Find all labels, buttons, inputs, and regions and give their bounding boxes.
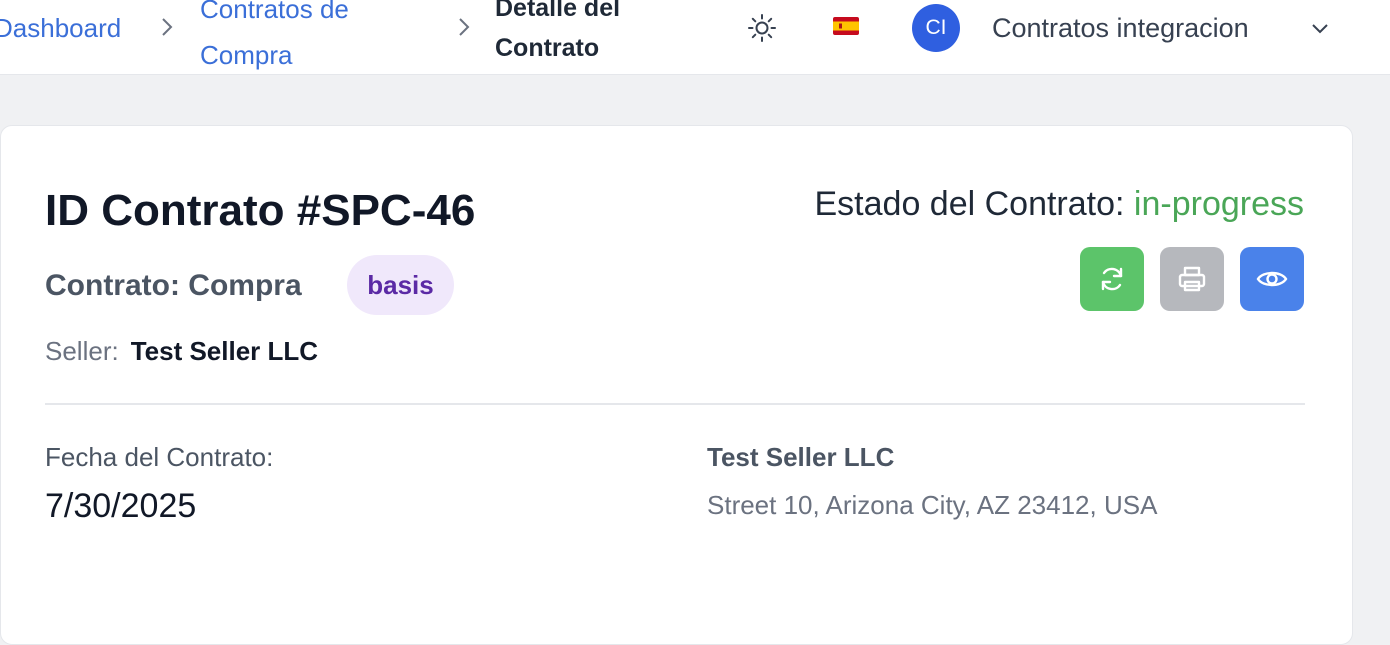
contract-card: ID Contrato #SPC-46 Estado del Contrato:… <box>0 125 1353 645</box>
status-value: in-progress <box>1133 185 1304 223</box>
spain-flag-icon[interactable] <box>832 16 860 36</box>
sun-icon[interactable] <box>746 12 778 44</box>
breadcrumb-current: Detalle del Contrato <box>495 0 620 68</box>
contract-title: ID Contrato #SPC-46 <box>45 186 476 235</box>
seller-label: Seller: <box>45 336 119 366</box>
printer-icon <box>1178 266 1206 292</box>
divider <box>45 403 1305 405</box>
contract-type: Contrato: Compra <box>45 269 302 302</box>
breadcrumb-current-line1: Detalle del <box>495 0 621 22</box>
view-button[interactable] <box>1240 247 1304 311</box>
top-bar: Dashboard Contratos de Compra Detalle de… <box>0 0 1390 75</box>
breadcrumb-contratos-line1: Contratos de <box>200 0 349 24</box>
status-label: Estado del Contrato: <box>814 185 1125 223</box>
refresh-button[interactable] <box>1080 247 1144 311</box>
print-button[interactable] <box>1160 247 1224 311</box>
date-label: Fecha del Contrato: <box>45 442 274 472</box>
contract-status: Estado del Contrato: in-progress <box>815 182 1305 226</box>
breadcrumb-contratos-line2: Compra <box>200 40 293 70</box>
eye-icon <box>1256 271 1288 287</box>
breadcrumb-contratos-compra[interactable]: Contratos de Compra <box>200 0 349 78</box>
refresh-icon <box>1101 267 1123 291</box>
party-address: Street 10, Arizona City, AZ 23412, USA <box>707 490 1158 520</box>
chevron-right-icon <box>162 18 173 36</box>
date-value: 7/30/2025 <box>45 487 197 525</box>
party-name: Test Seller LLC <box>707 442 895 472</box>
seller-value: Test Seller LLC <box>130 336 319 366</box>
breadcrumb-dashboard[interactable]: Dashboard <box>0 8 121 48</box>
chevron-right-icon <box>459 18 470 36</box>
avatar[interactable]: CI <box>912 4 960 52</box>
contract-badge: basis <box>347 255 454 315</box>
seller-line: Seller: Test Seller LLC <box>45 334 318 368</box>
breadcrumb-current-line2: Contrato <box>495 34 600 62</box>
chevron-down-icon[interactable] <box>1306 14 1334 42</box>
user-name[interactable]: Contratos integracion <box>992 8 1249 48</box>
